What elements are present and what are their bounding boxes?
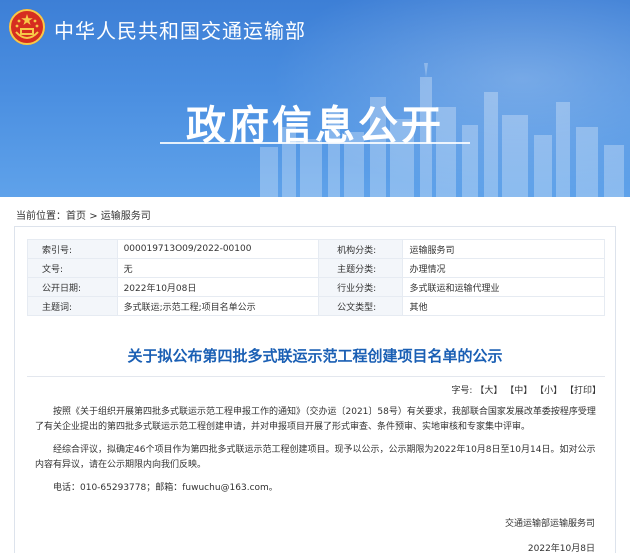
meta-value: 多式联运;示范工程;项目名单公示 bbox=[116, 296, 320, 316]
metadata-table: 索引号: 000019713O09/2022-00100 机构分类: 运输服务司… bbox=[27, 239, 605, 316]
contact-info: 电话：010-65293778；邮箱：fuwuchu@163.com。 bbox=[53, 483, 278, 493]
hero-underline bbox=[160, 142, 470, 144]
org-name[interactable]: 中华人民共和国交通运输部 bbox=[54, 15, 306, 44]
breadcrumb: 当前位置：首页 > 运输服务司 bbox=[16, 207, 151, 222]
header-banner: 中华人民共和国交通运输部 政府信息公开 bbox=[0, 0, 630, 197]
national-emblem-icon bbox=[9, 9, 45, 45]
meta-key: 机构分类: bbox=[318, 239, 404, 259]
meta-key: 行业分类: bbox=[318, 277, 404, 297]
article-title: 关于拟公布第四批多式联运示范工程创建项目名单的公示 bbox=[127, 347, 503, 365]
signature-date: 2022年10月8日 bbox=[527, 544, 595, 553]
signature: 交通运输部运输服务司 bbox=[504, 519, 595, 529]
table-row: 索引号: 000019713O09/2022-00100 机构分类: 运输服务司 bbox=[27, 239, 605, 259]
table-row: 文号: 无 主题分类: 办理情况 bbox=[27, 258, 605, 278]
meta-key: 文号: bbox=[27, 258, 118, 278]
meta-value: 无 bbox=[116, 258, 320, 278]
print-button[interactable]: 【打印】 bbox=[565, 386, 601, 396]
meta-key: 索引号: bbox=[27, 239, 118, 259]
breadcrumb-section-link[interactable]: 运输服务司 bbox=[101, 211, 151, 222]
font-size-small-button[interactable]: 【小】 bbox=[535, 386, 562, 396]
font-size-large-button[interactable]: 【大】 bbox=[475, 386, 502, 396]
meta-value: 办理情况 bbox=[402, 258, 605, 278]
meta-value: 2022年10月08日 bbox=[116, 277, 320, 297]
breadcrumb-prefix: 当前位置： bbox=[16, 211, 66, 222]
meta-key: 公文类型: bbox=[318, 296, 404, 316]
breadcrumb-separator: > bbox=[89, 211, 98, 222]
article-paragraph: 按照《关于组织开展第四批多式联运示范工程申报工作的通知》（交办运〔2021〕58… bbox=[35, 407, 596, 432]
meta-value: 其他 bbox=[402, 296, 605, 316]
meta-value: 000019713O09/2022-00100 bbox=[116, 239, 320, 259]
meta-key: 主题分类: bbox=[318, 258, 404, 278]
article-paragraph: 经综合评议，拟确定46个项目作为第四批多式联运示范工程创建项目。现予以公示，公示… bbox=[35, 445, 596, 470]
meta-key: 主题词: bbox=[27, 296, 118, 316]
font-size-controls: 字号: 【大】 【中】 【小】 【打印】 bbox=[451, 383, 601, 396]
meta-key: 公开日期: bbox=[27, 277, 118, 297]
article-body: 按照《关于组织开展第四批多式联运示范工程申报工作的通知》（交办运〔2021〕58… bbox=[35, 405, 599, 504]
meta-value: 运输服务司 bbox=[402, 239, 605, 259]
article-panel: 索引号: 000019713O09/2022-00100 机构分类: 运输服务司… bbox=[14, 226, 616, 553]
font-size-label: 字号: bbox=[451, 386, 473, 396]
table-row: 公开日期: 2022年10月08日 行业分类: 多式联运和运输代理业 bbox=[27, 277, 605, 297]
font-size-medium-button[interactable]: 【中】 bbox=[505, 386, 532, 396]
breadcrumb-home-link[interactable]: 首页 bbox=[66, 211, 86, 222]
meta-value: 多式联运和运输代理业 bbox=[402, 277, 605, 297]
title-divider bbox=[27, 376, 605, 377]
table-row: 主题词: 多式联运;示范工程;项目名单公示 公文类型: 其他 bbox=[27, 296, 605, 316]
